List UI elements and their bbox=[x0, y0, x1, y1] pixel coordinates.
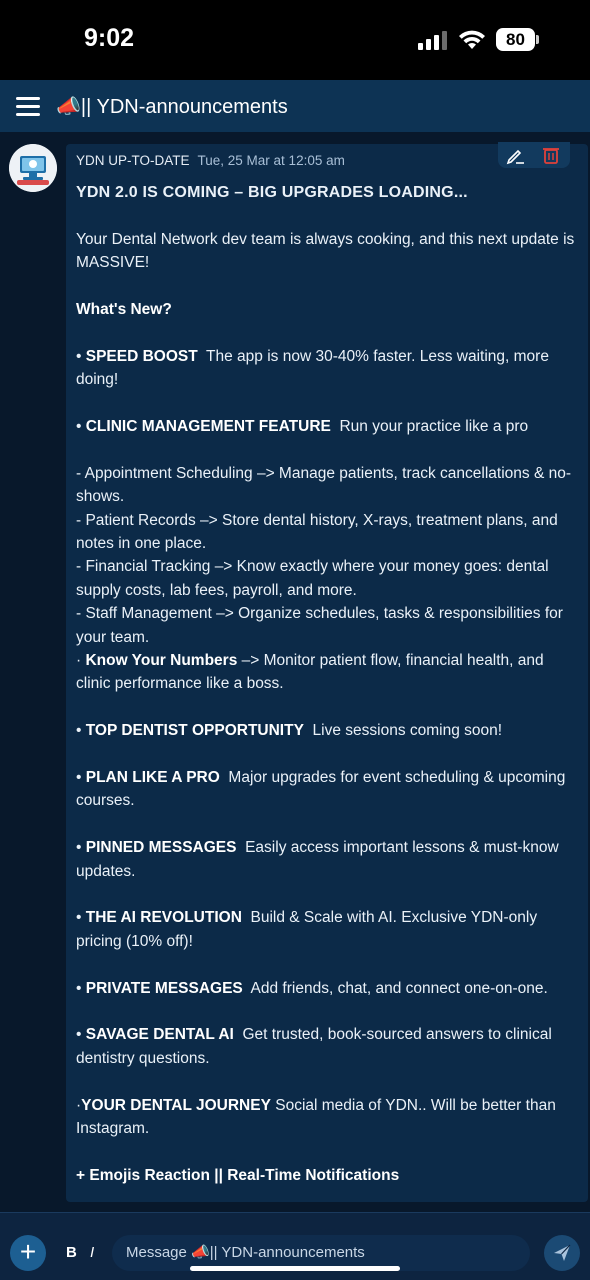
megaphone-icon: 📣 bbox=[56, 96, 81, 118]
top-dentist-item: • TOP DENTIST OPPORTUNITY Live sessions … bbox=[76, 722, 503, 740]
message-card[interactable]: YDN UP-TO-DATE Tue, 25 Mar at 12:05 am YD… bbox=[66, 142, 588, 1202]
bold-button[interactable]: B bbox=[66, 1244, 77, 1261]
plus-icon: + bbox=[19, 1236, 37, 1267]
status-time: 9:02 bbox=[84, 24, 135, 52]
add-attachment-button[interactable]: + bbox=[10, 1235, 46, 1271]
send-icon bbox=[554, 1244, 571, 1261]
status-bar: 9:02 80 bbox=[0, 0, 590, 80]
speed-boost-item: • SPEED BOOST The app is now 30-40% fast… bbox=[76, 347, 549, 389]
send-button[interactable] bbox=[544, 1235, 580, 1271]
plan-like-pro-item: • PLAN LIKE A PRO Major upgrades for eve… bbox=[76, 769, 566, 810]
financial-tracking-item: - Financial Tracking –> Know exactly whe… bbox=[76, 558, 549, 599]
final-line: + Emojis Reaction || Real-Time Notificat… bbox=[76, 1166, 400, 1184]
message-author[interactable]: YDN UP-TO-DATE bbox=[76, 153, 190, 168]
wifi-icon bbox=[459, 30, 485, 49]
savage-dental-ai-item: • SAVAGE DENTAL AI Get trusted, book-sou… bbox=[76, 1026, 552, 1067]
italic-button[interactable]: I bbox=[90, 1244, 94, 1261]
battery-icon: 80 bbox=[496, 28, 540, 51]
channel-name: || YDN-announcements bbox=[80, 96, 288, 118]
dental-journey-item: ·YOUR DENTAL JOURNEY Social media of YDN… bbox=[76, 1096, 556, 1138]
know-numbers-item: · Know Your Numbers –> Monitor patient f… bbox=[76, 652, 544, 693]
whats-new-heading: What's New? bbox=[76, 301, 172, 318]
message-header: YDN UP-TO-DATE Tue, 25 Mar at 12:05 am bbox=[76, 152, 345, 170]
avatar-image bbox=[9, 144, 57, 192]
cellular-signal-icon bbox=[418, 31, 447, 50]
channel-title: 📣|| YDN-announcements bbox=[56, 94, 288, 119]
pinned-messages-item: • PINNED MESSAGES Easily access importan… bbox=[76, 839, 559, 880]
home-indicator bbox=[190, 1266, 400, 1271]
private-messages-item: • PRIVATE MESSAGES Add friends, chat, an… bbox=[76, 979, 548, 997]
appointment-item: - Appointment Scheduling –> Manage patie… bbox=[76, 464, 572, 506]
author-avatar[interactable] bbox=[9, 144, 57, 192]
ai-revolution-item: • THE AI REVOLUTION Build & Scale with A… bbox=[76, 909, 538, 950]
trash-icon[interactable] bbox=[542, 145, 560, 165]
message-actions bbox=[498, 142, 570, 168]
message-body: YDN 2.0 IS COMING – BIG UPGRADES LOADING… bbox=[76, 181, 582, 1187]
message-intro: Your Dental Network dev team is always c… bbox=[76, 230, 575, 272]
message-timestamp: Tue, 25 Mar at 12:05 am bbox=[197, 153, 345, 168]
channel-header: 📣|| YDN-announcements bbox=[0, 80, 590, 132]
staff-management-item: - Staff Management –> Organize schedules… bbox=[76, 605, 563, 646]
hamburger-menu-icon[interactable] bbox=[16, 97, 40, 117]
message-title: YDN 2.0 IS COMING – BIG UPGRADES LOADING… bbox=[76, 184, 468, 201]
clinic-management-item: • CLINIC MANAGEMENT FEATURE Run your pra… bbox=[76, 418, 529, 435]
message-feed[interactable]: YDN UP-TO-DATE Tue, 25 Mar at 12:05 am YD… bbox=[0, 132, 590, 1212]
patient-records-item: - Patient Records –> Store dental histor… bbox=[76, 511, 558, 553]
edit-icon[interactable] bbox=[506, 145, 526, 165]
battery-level: 80 bbox=[496, 28, 535, 51]
